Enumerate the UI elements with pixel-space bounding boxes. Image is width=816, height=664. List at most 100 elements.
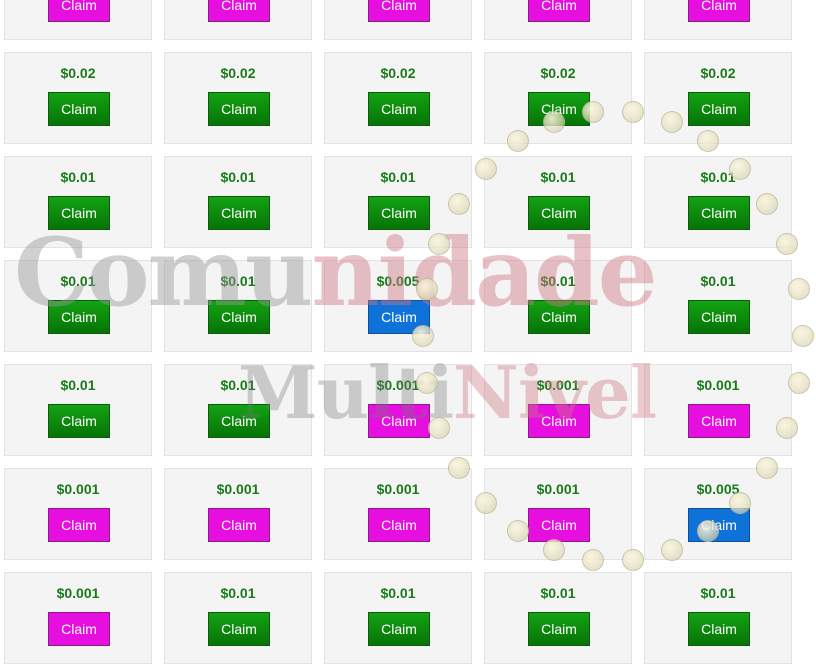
claim-button[interactable]: Claim: [48, 196, 110, 230]
claim-button[interactable]: Claim: [208, 196, 270, 230]
claim-card: $0.02 Claim: [4, 52, 152, 144]
claim-card: $0.01 Claim: [644, 156, 792, 248]
claim-button[interactable]: Claim: [688, 612, 750, 646]
reward-amount: $0.001: [376, 377, 420, 393]
claim-card: $0.001 Claim: [324, 468, 472, 560]
claim-card: Claim: [484, 0, 632, 40]
reward-amount: $0.001: [696, 377, 740, 393]
claim-card: $0.01 Claim: [164, 572, 312, 664]
reward-amount: $0.02: [380, 65, 416, 81]
claim-button[interactable]: Claim: [208, 0, 270, 22]
claim-card: $0.02 Claim: [644, 52, 792, 144]
claim-button[interactable]: Claim: [688, 300, 750, 334]
claim-button[interactable]: Claim: [528, 196, 590, 230]
reward-amount: $0.001: [536, 377, 580, 393]
claim-button[interactable]: Claim: [368, 612, 430, 646]
claim-card: $0.001 Claim: [4, 572, 152, 664]
claim-button[interactable]: Claim: [208, 508, 270, 542]
claim-button[interactable]: Claim: [48, 0, 110, 22]
claim-button[interactable]: Claim: [208, 300, 270, 334]
reward-amount: $0.005: [696, 481, 740, 497]
reward-amount: $0.01: [700, 169, 736, 185]
claim-card: $0.01 Claim: [164, 260, 312, 352]
claim-card: $0.01 Claim: [484, 572, 632, 664]
claim-card: $0.01 Claim: [324, 572, 472, 664]
claim-card: $0.001 Claim: [484, 468, 632, 560]
claim-button[interactable]: Claim: [688, 404, 750, 438]
claim-button[interactable]: Claim: [368, 0, 430, 22]
claim-button[interactable]: Claim: [688, 196, 750, 230]
claim-card: $0.001 Claim: [4, 468, 152, 560]
reward-amount: $0.001: [56, 585, 100, 601]
claim-button[interactable]: Claim: [688, 0, 750, 22]
reward-amount: $0.01: [700, 273, 736, 289]
claim-button[interactable]: Claim: [48, 300, 110, 334]
claim-card: $0.01 Claim: [644, 260, 792, 352]
claim-card: $0.01 Claim: [324, 156, 472, 248]
claim-button[interactable]: Claim: [48, 612, 110, 646]
claim-card: $0.01 Claim: [4, 156, 152, 248]
reward-amount: $0.01: [540, 169, 576, 185]
claim-card: $0.02 Claim: [324, 52, 472, 144]
claim-button[interactable]: Claim: [528, 0, 590, 22]
claim-button[interactable]: Claim: [368, 508, 430, 542]
claim-button[interactable]: Claim: [368, 196, 430, 230]
reward-amount: $0.02: [220, 65, 256, 81]
reward-amount: $0.01: [220, 585, 256, 601]
reward-amount: $0.01: [60, 377, 96, 393]
claim-button[interactable]: Claim: [688, 92, 750, 126]
reward-amount: $0.001: [56, 481, 100, 497]
reward-amount: $0.01: [60, 273, 96, 289]
claim-card: $0.01 Claim: [4, 364, 152, 456]
claim-card: $0.001 Claim: [164, 468, 312, 560]
reward-amount: $0.001: [216, 481, 260, 497]
claim-card: Claim: [164, 0, 312, 40]
claim-card: $0.02 Claim: [484, 52, 632, 144]
reward-amount: $0.01: [540, 585, 576, 601]
claim-button[interactable]: Claim: [48, 92, 110, 126]
claim-card: Claim: [324, 0, 472, 40]
claim-card: $0.01 Claim: [164, 156, 312, 248]
claim-card: $0.001 Claim: [644, 364, 792, 456]
claim-button[interactable]: Claim: [528, 300, 590, 334]
claim-card: $0.01 Claim: [644, 572, 792, 664]
reward-amount: $0.01: [700, 585, 736, 601]
reward-amount: $0.02: [540, 65, 576, 81]
claim-card: Claim: [644, 0, 792, 40]
claim-button[interactable]: Claim: [368, 92, 430, 126]
claim-button[interactable]: Claim: [528, 404, 590, 438]
reward-amount: $0.01: [540, 273, 576, 289]
claim-button[interactable]: Claim: [688, 508, 750, 542]
reward-amount: $0.001: [376, 481, 420, 497]
claim-card: $0.001 Claim: [484, 364, 632, 456]
claim-button[interactable]: Claim: [368, 404, 430, 438]
claim-card: $0.005 Claim: [324, 260, 472, 352]
claim-button[interactable]: Claim: [208, 404, 270, 438]
reward-amount: $0.01: [220, 169, 256, 185]
claim-card: Claim: [4, 0, 152, 40]
claim-button[interactable]: Claim: [208, 612, 270, 646]
claim-card: $0.01 Claim: [484, 156, 632, 248]
claim-button[interactable]: Claim: [528, 92, 590, 126]
claim-card: $0.02 Claim: [164, 52, 312, 144]
reward-amount: $0.01: [380, 169, 416, 185]
reward-amount: $0.02: [60, 65, 96, 81]
claim-button[interactable]: Claim: [528, 612, 590, 646]
reward-amount: $0.01: [60, 169, 96, 185]
reward-amount: $0.01: [380, 585, 416, 601]
claim-button[interactable]: Claim: [368, 300, 430, 334]
claim-card: $0.01 Claim: [484, 260, 632, 352]
claim-card: $0.01 Claim: [4, 260, 152, 352]
claim-button[interactable]: Claim: [48, 404, 110, 438]
claim-button[interactable]: Claim: [48, 508, 110, 542]
reward-amount: $0.001: [536, 481, 580, 497]
reward-amount: $0.01: [220, 273, 256, 289]
reward-amount: $0.02: [700, 65, 736, 81]
reward-amount: $0.005: [376, 273, 420, 289]
faucet-grid: Claim Claim Claim Claim Claim $0.02 Claim $0.02…: [0, 0, 816, 664]
claim-card: $0.005 Claim: [644, 468, 792, 560]
claim-button[interactable]: Claim: [528, 508, 590, 542]
claim-card: $0.001 Claim: [324, 364, 472, 456]
claim-card: $0.01 Claim: [164, 364, 312, 456]
claim-button[interactable]: Claim: [208, 92, 270, 126]
